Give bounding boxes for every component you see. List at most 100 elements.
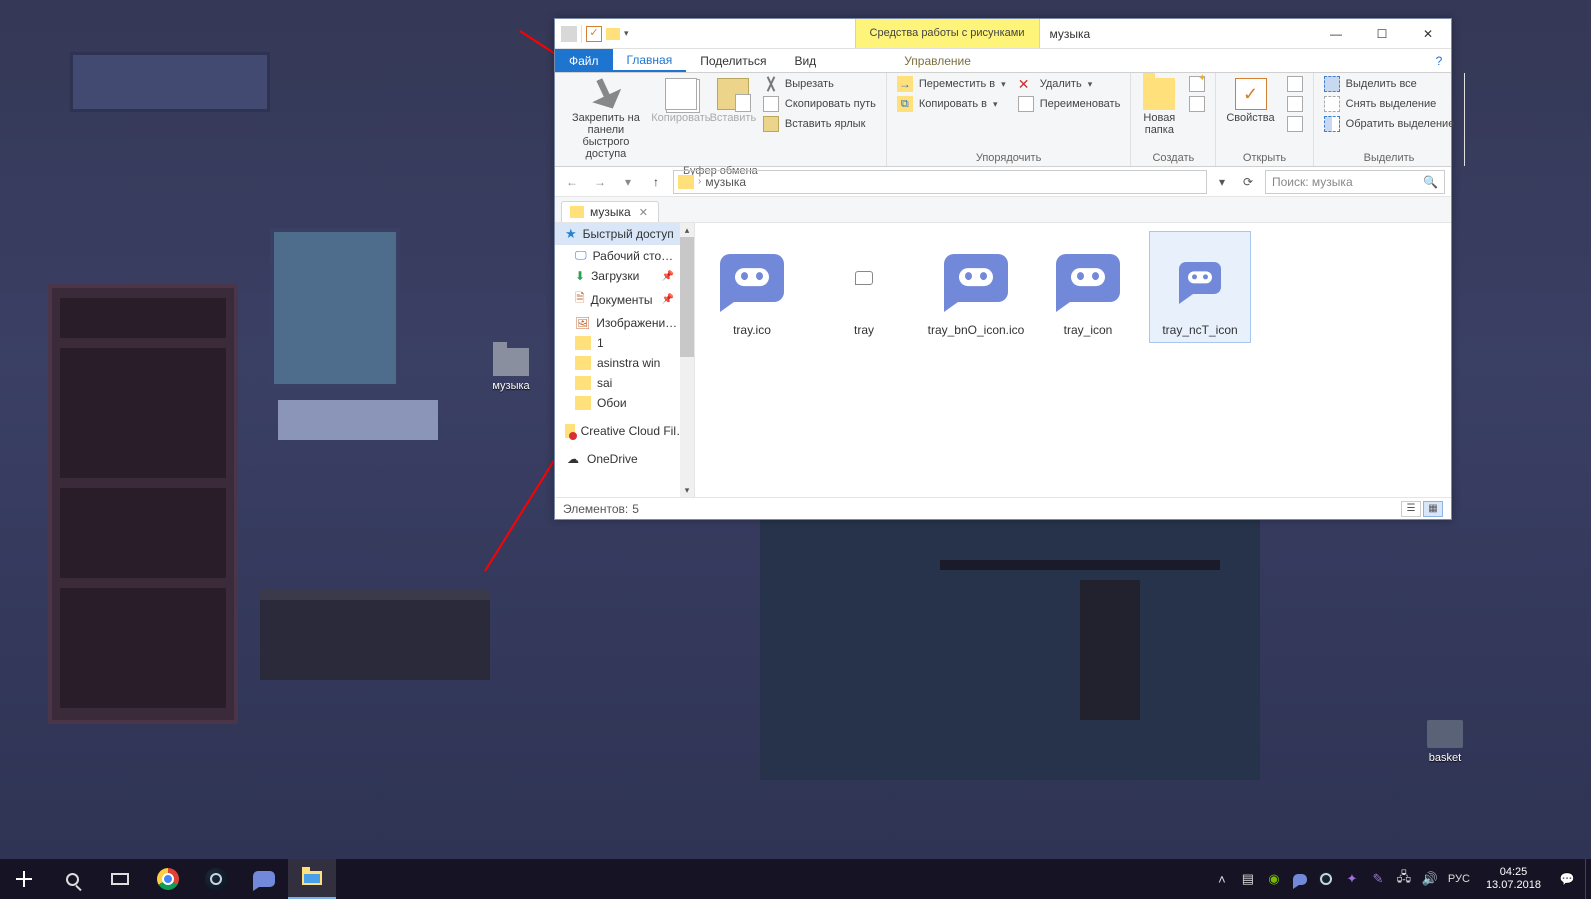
move-to-button[interactable]: Переместить в ▾ bbox=[893, 75, 1010, 93]
delete-button[interactable]: Удалить ▾ bbox=[1014, 75, 1125, 93]
select-none-button[interactable]: Снять выделение bbox=[1320, 95, 1459, 113]
new-folder-button[interactable]: Новая папка bbox=[1137, 75, 1181, 139]
scroll-down-button[interactable]: ▾ bbox=[680, 483, 694, 497]
refresh-button[interactable]: ⟳ bbox=[1237, 175, 1259, 189]
copy-to-button[interactable]: Копировать в ▾ bbox=[893, 95, 1010, 113]
tray-icon[interactable]: ▤ bbox=[1240, 871, 1256, 887]
taskbar-discord[interactable] bbox=[240, 859, 288, 899]
scroll-up-button[interactable]: ▴ bbox=[680, 223, 694, 237]
maximize-button[interactable]: ☐ bbox=[1359, 19, 1405, 48]
file-item[interactable]: tray_bnO_icon.ico bbox=[925, 231, 1027, 343]
taskbar-steam[interactable] bbox=[192, 859, 240, 899]
desktop-recycle-bin[interactable]: basket bbox=[1410, 720, 1480, 764]
nav-recent-button[interactable]: ▾ bbox=[617, 171, 639, 193]
desktop[interactable]: музыка basket ▾ Средства работы с рисунк… bbox=[0, 0, 1591, 899]
nav-downloads[interactable]: ⬇Загрузки📌 bbox=[555, 266, 694, 286]
breadcrumb-music[interactable]: музыка bbox=[705, 175, 746, 189]
discord-icon bbox=[1056, 254, 1120, 302]
taskbar-clock[interactable]: 04:25 13.07.2018 bbox=[1478, 859, 1549, 899]
discord-icon bbox=[253, 871, 275, 887]
properties-button[interactable]: Свойства bbox=[1222, 75, 1278, 127]
copy-to-icon bbox=[897, 96, 913, 112]
pin-quick-access-button[interactable]: Закрепить на панели быстрого доступа bbox=[561, 75, 651, 163]
tray-nvidia-icon[interactable]: ◉ bbox=[1266, 871, 1282, 887]
quick-access-toolbar: ▾ bbox=[555, 19, 635, 48]
paste-shortcut-button[interactable]: Вставить ярлык bbox=[759, 115, 880, 133]
cut-button[interactable]: Вырезать bbox=[759, 75, 880, 93]
nav-documents[interactable]: 🗎Документы📌 bbox=[555, 286, 694, 313]
file-item[interactable]: tray_ncT_icon bbox=[1149, 231, 1251, 343]
tab-view[interactable]: Вид bbox=[780, 49, 830, 72]
view-icons-button[interactable]: ▦ bbox=[1423, 501, 1443, 517]
view-details-button[interactable]: ☰ bbox=[1401, 501, 1421, 517]
tab-home[interactable]: Главная bbox=[613, 49, 687, 72]
address-bar[interactable]: › музыка bbox=[673, 170, 1207, 194]
taskbar-search-button[interactable] bbox=[48, 859, 96, 899]
close-button[interactable]: ✕ bbox=[1405, 19, 1451, 48]
file-item[interactable]: tray.ico bbox=[701, 231, 803, 343]
close-tab-icon[interactable]: ✕ bbox=[637, 206, 650, 219]
help-button[interactable]: ? bbox=[1427, 49, 1451, 72]
tab-file[interactable]: Файл bbox=[555, 49, 613, 72]
qat-properties-icon[interactable] bbox=[586, 26, 602, 42]
task-view-button[interactable] bbox=[96, 859, 144, 899]
nav-onedrive[interactable]: ☁OneDrive bbox=[555, 449, 694, 469]
crumb-sep[interactable]: › bbox=[698, 176, 701, 187]
rename-button[interactable]: Переименовать bbox=[1014, 95, 1125, 113]
nav-folder-oboi[interactable]: Обои bbox=[555, 393, 694, 413]
nav-forward-button[interactable]: → bbox=[589, 171, 611, 193]
file-item[interactable]: tray_icon bbox=[1037, 231, 1139, 343]
action-center-button[interactable]: 💬 bbox=[1549, 859, 1585, 899]
minimize-button[interactable]: — bbox=[1313, 19, 1359, 48]
address-dropdown[interactable]: ▾ bbox=[1213, 175, 1231, 189]
titlebar[interactable]: ▾ Средства работы с рисунками музыка — ☐… bbox=[555, 19, 1451, 49]
paste-button[interactable]: Вставить bbox=[711, 75, 755, 127]
copy-button[interactable]: Копировать bbox=[655, 75, 707, 127]
nav-creative-cloud[interactable]: Creative Cloud Fil… bbox=[555, 421, 694, 441]
easy-access-button[interactable]: Простой доступ bbox=[1185, 95, 1209, 113]
discord-icon bbox=[855, 271, 873, 285]
file-item[interactable]: tray bbox=[813, 231, 915, 343]
nav-folder-1[interactable]: 1 bbox=[555, 333, 694, 353]
nav-up-button[interactable]: ↑ bbox=[645, 171, 667, 193]
scrollbar-thumb[interactable] bbox=[680, 237, 694, 357]
tab-manage[interactable]: Управление bbox=[890, 49, 985, 72]
taskbar-explorer[interactable] bbox=[288, 859, 336, 899]
folder-tab-music[interactable]: музыка ✕ bbox=[561, 201, 659, 222]
select-all-button[interactable]: Выделить все bbox=[1320, 75, 1459, 93]
tray-app-icon[interactable]: ✦ bbox=[1344, 871, 1360, 887]
qat-dropdown[interactable]: ▾ bbox=[624, 28, 629, 39]
new-item-button[interactable]: Создать элемент bbox=[1185, 75, 1209, 93]
edit-button[interactable]: Изменить bbox=[1283, 95, 1307, 113]
taskbar-chrome[interactable] bbox=[144, 859, 192, 899]
nav-back-button[interactable]: ← bbox=[561, 171, 583, 193]
tab-share[interactable]: Поделиться bbox=[686, 49, 780, 72]
qat-folder-icon[interactable] bbox=[561, 26, 577, 42]
open-button[interactable]: Открыть bbox=[1283, 75, 1307, 93]
file-explorer-window: ▾ Средства работы с рисунками музыка — ☐… bbox=[554, 18, 1452, 520]
tray-language[interactable]: РУС bbox=[1448, 871, 1470, 887]
qat-new-folder-icon[interactable] bbox=[606, 28, 620, 40]
invert-selection-button[interactable]: Обратить выделение bbox=[1320, 115, 1459, 133]
copy-path-button[interactable]: Скопировать путь bbox=[759, 95, 880, 113]
tray-app-icon[interactable]: ✎ bbox=[1370, 871, 1386, 887]
file-name: tray bbox=[854, 323, 874, 337]
search-input[interactable]: Поиск: музыка 🔍 bbox=[1265, 170, 1445, 194]
show-desktop-button[interactable] bbox=[1585, 859, 1591, 899]
nav-images[interactable]: 🖼Изображени…📌 bbox=[555, 313, 694, 333]
nav-folder-asinstra[interactable]: asinstra win bbox=[555, 353, 694, 373]
start-button[interactable] bbox=[0, 859, 48, 899]
tray-overflow-button[interactable]: ˄ bbox=[1214, 871, 1230, 887]
nav-desktop[interactable]: 🖵Рабочий сто…📌 bbox=[555, 245, 694, 266]
documents-icon: 🗎 bbox=[575, 289, 585, 310]
desktop-folder-music[interactable]: музыка bbox=[476, 348, 546, 392]
tray-steam-icon[interactable] bbox=[1318, 871, 1334, 887]
tray-discord-icon[interactable] bbox=[1292, 871, 1308, 887]
nav-quick-access[interactable]: ★Быстрый доступ bbox=[555, 223, 694, 245]
tray-volume-icon[interactable]: 🔊 bbox=[1422, 871, 1438, 887]
nav-folder-sai[interactable]: sai bbox=[555, 373, 694, 393]
history-button[interactable]: Журнал bbox=[1283, 115, 1307, 133]
status-bar: Элементов: 5 ☰ ▦ bbox=[555, 497, 1451, 519]
file-list[interactable]: tray.ico tray tray_bnO_icon.ico tray_ico… bbox=[695, 223, 1451, 497]
tray-network-icon[interactable]: 🖧 bbox=[1396, 871, 1412, 887]
